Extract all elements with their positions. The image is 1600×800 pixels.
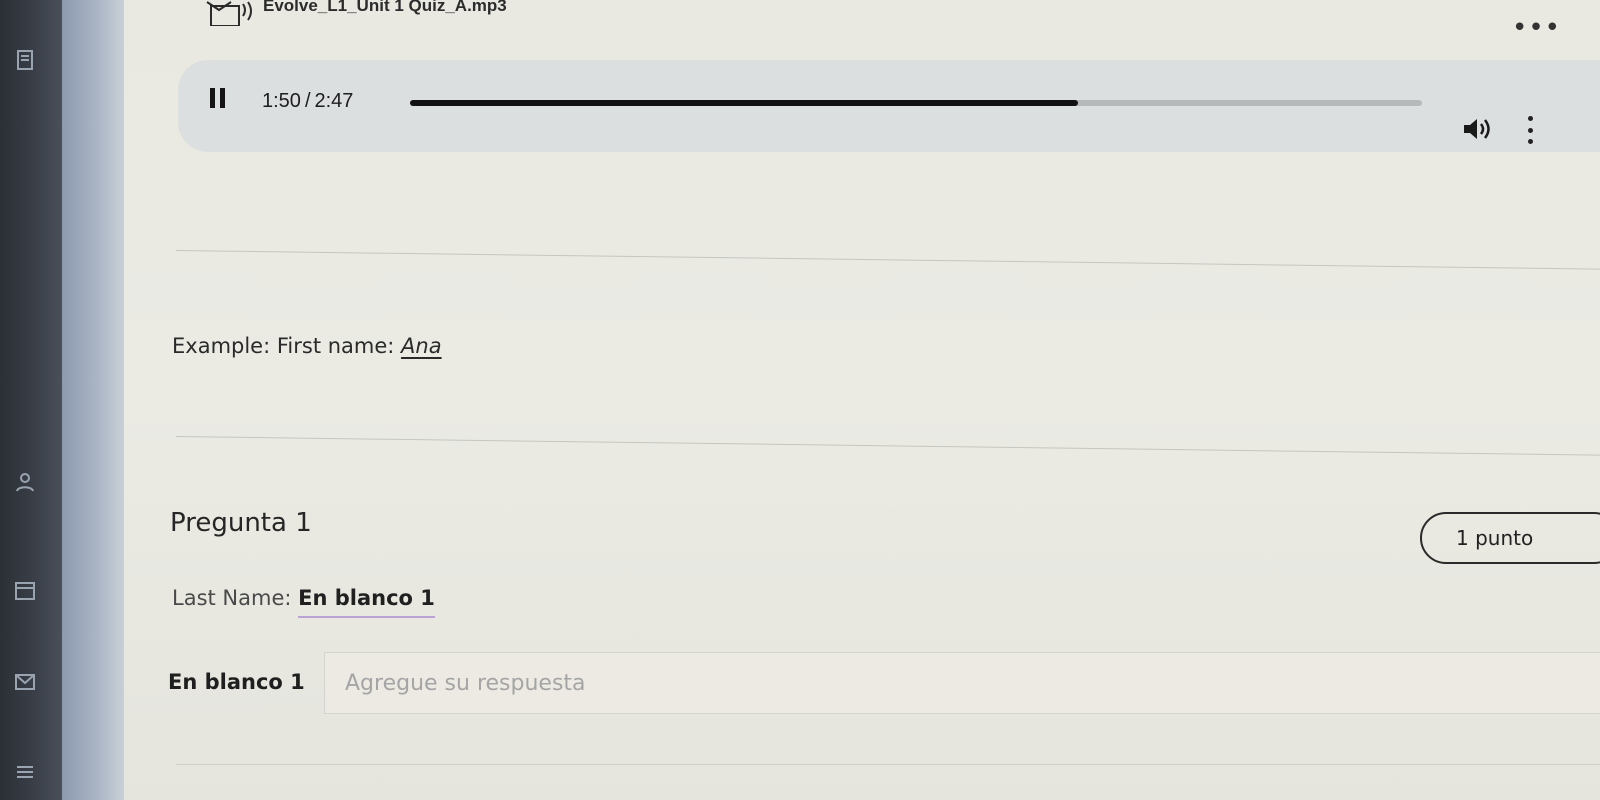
document-icon[interactable] [12, 48, 38, 74]
pause-icon-bar [220, 88, 225, 108]
audio-player: 1:50/2:47 [178, 60, 1600, 152]
example-label: Example: First name: [172, 334, 395, 358]
question-title: Pregunta 1 [170, 508, 312, 538]
audio-file-icon [206, 1, 252, 26]
audio-progress-fill [410, 100, 1078, 106]
answer-input[interactable] [324, 652, 1600, 714]
kebab-dot [1527, 116, 1533, 121]
mail-icon[interactable] [12, 670, 38, 696]
calendar-icon[interactable] [12, 578, 38, 604]
pause-button[interactable] [210, 88, 232, 110]
time-separator: / [304, 90, 311, 112]
kebab-dot [1527, 127, 1533, 133]
pause-icon [210, 88, 215, 108]
menu-icon[interactable] [12, 760, 38, 786]
prompt-label: Last Name: [172, 586, 292, 610]
example-text: Example: First name: Ana [172, 334, 442, 358]
example-answer: Ana [401, 334, 442, 358]
app-rail [0, 0, 62, 800]
answer-label: En blanco 1 [168, 670, 305, 694]
time-readout: 1:50/2:47 [262, 90, 353, 113]
audio-header: Evolve_L1_Unit 1 Quiz_A.mp3 [205, 0, 507, 26]
answer-row: En blanco 1 [168, 652, 1600, 718]
volume-icon [1464, 119, 1490, 139]
points-badge: 1 punto [1420, 512, 1600, 564]
current-time: 1:50 [262, 90, 301, 112]
people-icon[interactable] [12, 470, 38, 496]
question-prompt: Last Name: En blanco 1 [172, 586, 435, 618]
side-panel-strip [62, 0, 124, 800]
duration: 2:47 [314, 90, 354, 112]
audio-progress-bar[interactable] [410, 100, 1422, 106]
blank-reference[interactable]: En blanco 1 [298, 586, 435, 618]
audio-filename: Evolve_L1_Unit 1 Quiz_A.mp3 [263, 0, 507, 15]
more-horizontal-icon[interactable]: ••• [1512, 15, 1561, 41]
kebab-dot [1527, 139, 1533, 144]
section-divider [176, 764, 1600, 765]
volume-button[interactable] [1462, 116, 1492, 142]
more-vertical-icon[interactable] [1524, 116, 1536, 144]
